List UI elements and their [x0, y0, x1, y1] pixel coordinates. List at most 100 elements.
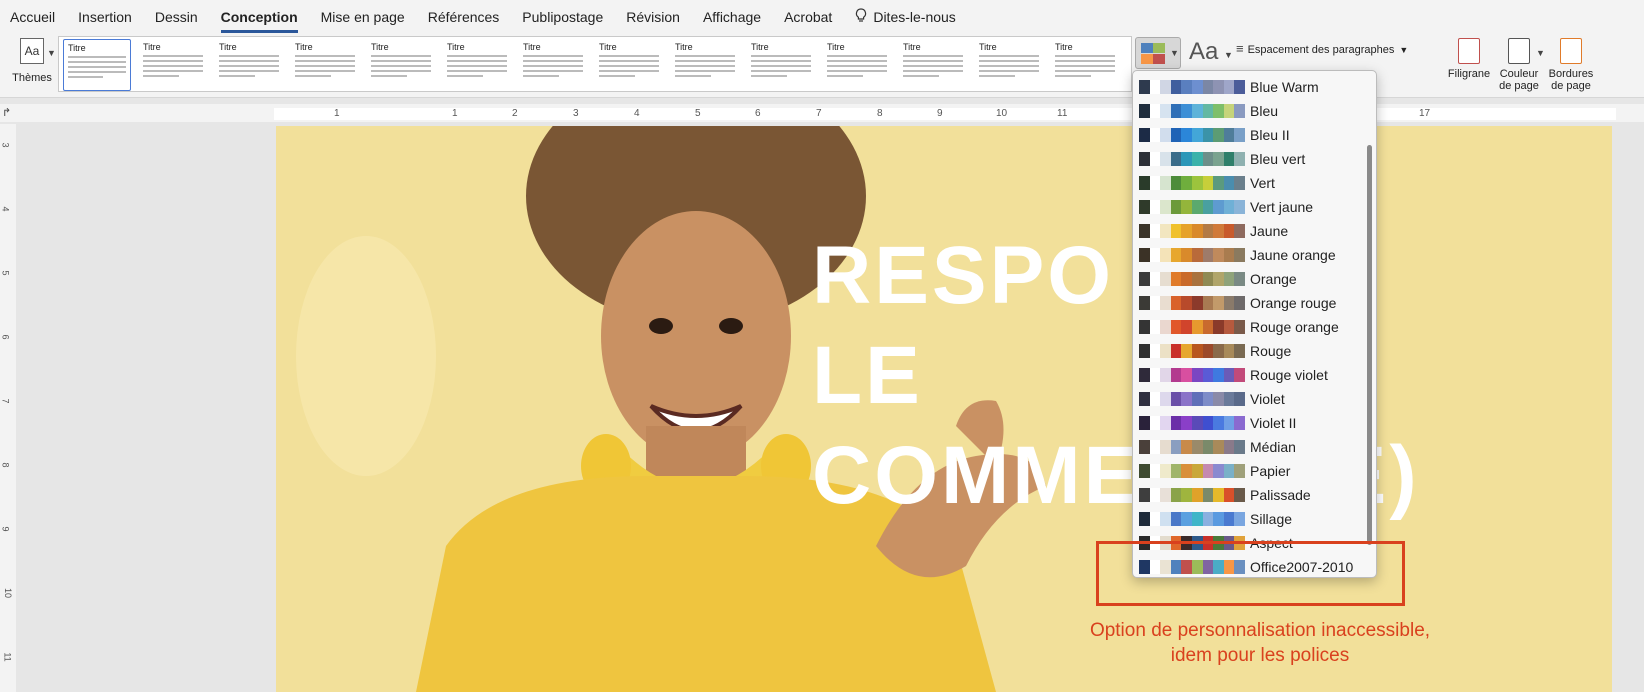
menu-mise-en-page[interactable]: Mise en page: [321, 9, 405, 25]
theme-colors-button[interactable]: ▼: [1135, 37, 1181, 69]
page-color-button[interactable]: Couleur de page: [1496, 38, 1542, 92]
theme-color-option[interactable]: Vert jaune: [1133, 195, 1365, 219]
menu-acrobat[interactable]: Acrobat: [784, 9, 832, 25]
palette-swatch: [1149, 392, 1161, 406]
theme-fonts-button[interactable]: Aa ▼: [1189, 38, 1233, 68]
theme-color-label: Violet: [1250, 391, 1285, 407]
menu-insertion[interactable]: Insertion: [78, 9, 132, 25]
theme-color-option[interactable]: Jaune orange: [1133, 243, 1365, 267]
paragraph-spacing-button[interactable]: ≡ Espacement des paragraphes ▼: [1236, 41, 1408, 56]
dropdown-scrollbar[interactable]: [1367, 145, 1372, 545]
palette-swatch: [1234, 272, 1245, 286]
theme-color-option[interactable]: Violet II: [1133, 411, 1365, 435]
theme-color-label: Orange: [1250, 271, 1297, 287]
palette-swatch: [1170, 128, 1182, 142]
theme-color-option[interactable]: Vert: [1133, 171, 1365, 195]
theme-color-option[interactable]: Rouge orange: [1133, 315, 1365, 339]
style-set-title: Titre: [903, 42, 921, 52]
style-set-preview-line: [295, 70, 355, 72]
paragraph-spacing-icon: ≡: [1236, 41, 1244, 56]
theme-color-option[interactable]: Bleu II: [1133, 123, 1365, 147]
chevron-down-icon[interactable]: ▼: [1536, 48, 1545, 58]
menu-affichage[interactable]: Affichage: [703, 9, 761, 25]
theme-color-option[interactable]: Palissade: [1133, 483, 1365, 507]
document-page[interactable]: RESPOLE COMME(E): [276, 126, 1612, 692]
palette-swatch: [1234, 512, 1245, 526]
style-set-thumbnail[interactable]: Titre: [215, 39, 283, 91]
style-set-thumbnail[interactable]: Titre: [823, 39, 891, 91]
chevron-down-icon[interactable]: ▼: [47, 48, 56, 58]
style-set-thumbnail[interactable]: Titre: [671, 39, 739, 91]
menu-accueil[interactable]: Accueil: [10, 9, 55, 25]
palette-swatch: [1149, 128, 1161, 142]
palette-swatch: [1202, 344, 1214, 358]
menu-revision[interactable]: Révision: [626, 9, 680, 25]
theme-color-option[interactable]: Orange rouge: [1133, 291, 1365, 315]
page-color-icon: [1508, 38, 1530, 64]
palette-swatch: [1139, 488, 1150, 502]
ruler-track[interactable]: 112345678910111617: [274, 108, 1616, 120]
theme-color-option[interactable]: Rouge: [1133, 339, 1365, 363]
theme-color-option[interactable]: Orange: [1133, 267, 1365, 291]
menu-publipostage[interactable]: Publipostage: [522, 9, 603, 25]
palette-swatch: [1223, 128, 1235, 142]
palette-swatch: [1213, 152, 1224, 166]
chevron-down-icon: ▼: [1224, 50, 1233, 60]
menu-dessin[interactable]: Dessin: [155, 9, 198, 25]
palette-swatch: [1223, 296, 1235, 310]
palette-swatch: [1191, 512, 1203, 526]
theme-color-option[interactable]: Blue Warm: [1133, 75, 1365, 99]
style-set-thumbnail[interactable]: Titre: [1051, 39, 1119, 91]
style-set-thumbnail[interactable]: Titre: [63, 39, 131, 91]
lightbulb-icon[interactable]: [855, 7, 867, 27]
theme-color-option[interactable]: Jaune: [1133, 219, 1365, 243]
palette-swatch: [1149, 368, 1161, 382]
theme-color-option[interactable]: Bleu vert: [1133, 147, 1365, 171]
menu-conception[interactable]: Conception: [220, 9, 298, 33]
palette-swatch: [1160, 320, 1171, 334]
theme-color-option[interactable]: Sillage: [1133, 507, 1365, 531]
style-set-thumbnail[interactable]: Titre: [747, 39, 815, 91]
theme-color-option[interactable]: Bleu: [1133, 99, 1365, 123]
menu-tell-me[interactable]: Dites-le-nous: [873, 9, 955, 25]
ruler-tick: 1: [334, 108, 340, 119]
palette-swatch: [1202, 416, 1214, 430]
theme-color-option[interactable]: Papier: [1133, 459, 1365, 483]
style-set-thumbnail[interactable]: Titre: [519, 39, 587, 91]
watermark-button[interactable]: Filigrane: [1446, 38, 1492, 80]
menu-references[interactable]: Références: [428, 9, 500, 25]
style-set-preview-line: [751, 60, 811, 62]
palette-swatch: [1149, 272, 1161, 286]
style-set-preview-line: [295, 65, 355, 67]
style-set-thumbnail[interactable]: Titre: [367, 39, 435, 91]
palette-swatch: [1213, 392, 1224, 406]
style-set-preview-line: [827, 55, 887, 57]
vertical-ruler-tick: 6: [0, 334, 11, 340]
palette-swatch: [1191, 464, 1203, 478]
palette-swatch: [1160, 464, 1171, 478]
vertical-ruler-tick: 11: [2, 652, 13, 662]
word-window: Accueil Insertion Dessin Conception Mise…: [0, 0, 1644, 692]
theme-color-option[interactable]: Rouge violet: [1133, 363, 1365, 387]
style-set-thumbnail[interactable]: Titre: [139, 39, 207, 91]
style-set-thumbnail[interactable]: Titre: [975, 39, 1043, 91]
style-set-preview-line: [523, 65, 583, 67]
palette-swatch: [1181, 272, 1192, 286]
style-set-thumbnail[interactable]: Titre: [899, 39, 967, 91]
style-set-thumbnail[interactable]: Titre: [595, 39, 663, 91]
themes-button[interactable]: Aa Thèmes: [10, 38, 54, 90]
theme-color-option[interactable]: Médian: [1133, 435, 1365, 459]
ruler-corner-icon[interactable]: ↱: [2, 106, 11, 119]
page-borders-button[interactable]: Bordures de page: [1545, 38, 1597, 92]
palette-swatch: [1234, 368, 1245, 382]
ruler-tick: 11: [1057, 108, 1068, 119]
ruler-tick: 8: [877, 108, 883, 119]
vertical-ruler-tick: 8: [0, 462, 11, 468]
ruler-tick: 6: [755, 108, 761, 119]
style-set-thumbnail[interactable]: Titre: [443, 39, 511, 91]
theme-colors-dropdown[interactable]: Blue Warm Bleu Bleu II Bleu vert Vert Vert ja…: [1132, 70, 1377, 578]
theme-color-option[interactable]: Violet: [1133, 387, 1365, 411]
style-set-thumbnail[interactable]: Titre: [291, 39, 359, 91]
style-set-preview-line: [1055, 75, 1091, 77]
style-set-preview-line: [599, 75, 635, 77]
